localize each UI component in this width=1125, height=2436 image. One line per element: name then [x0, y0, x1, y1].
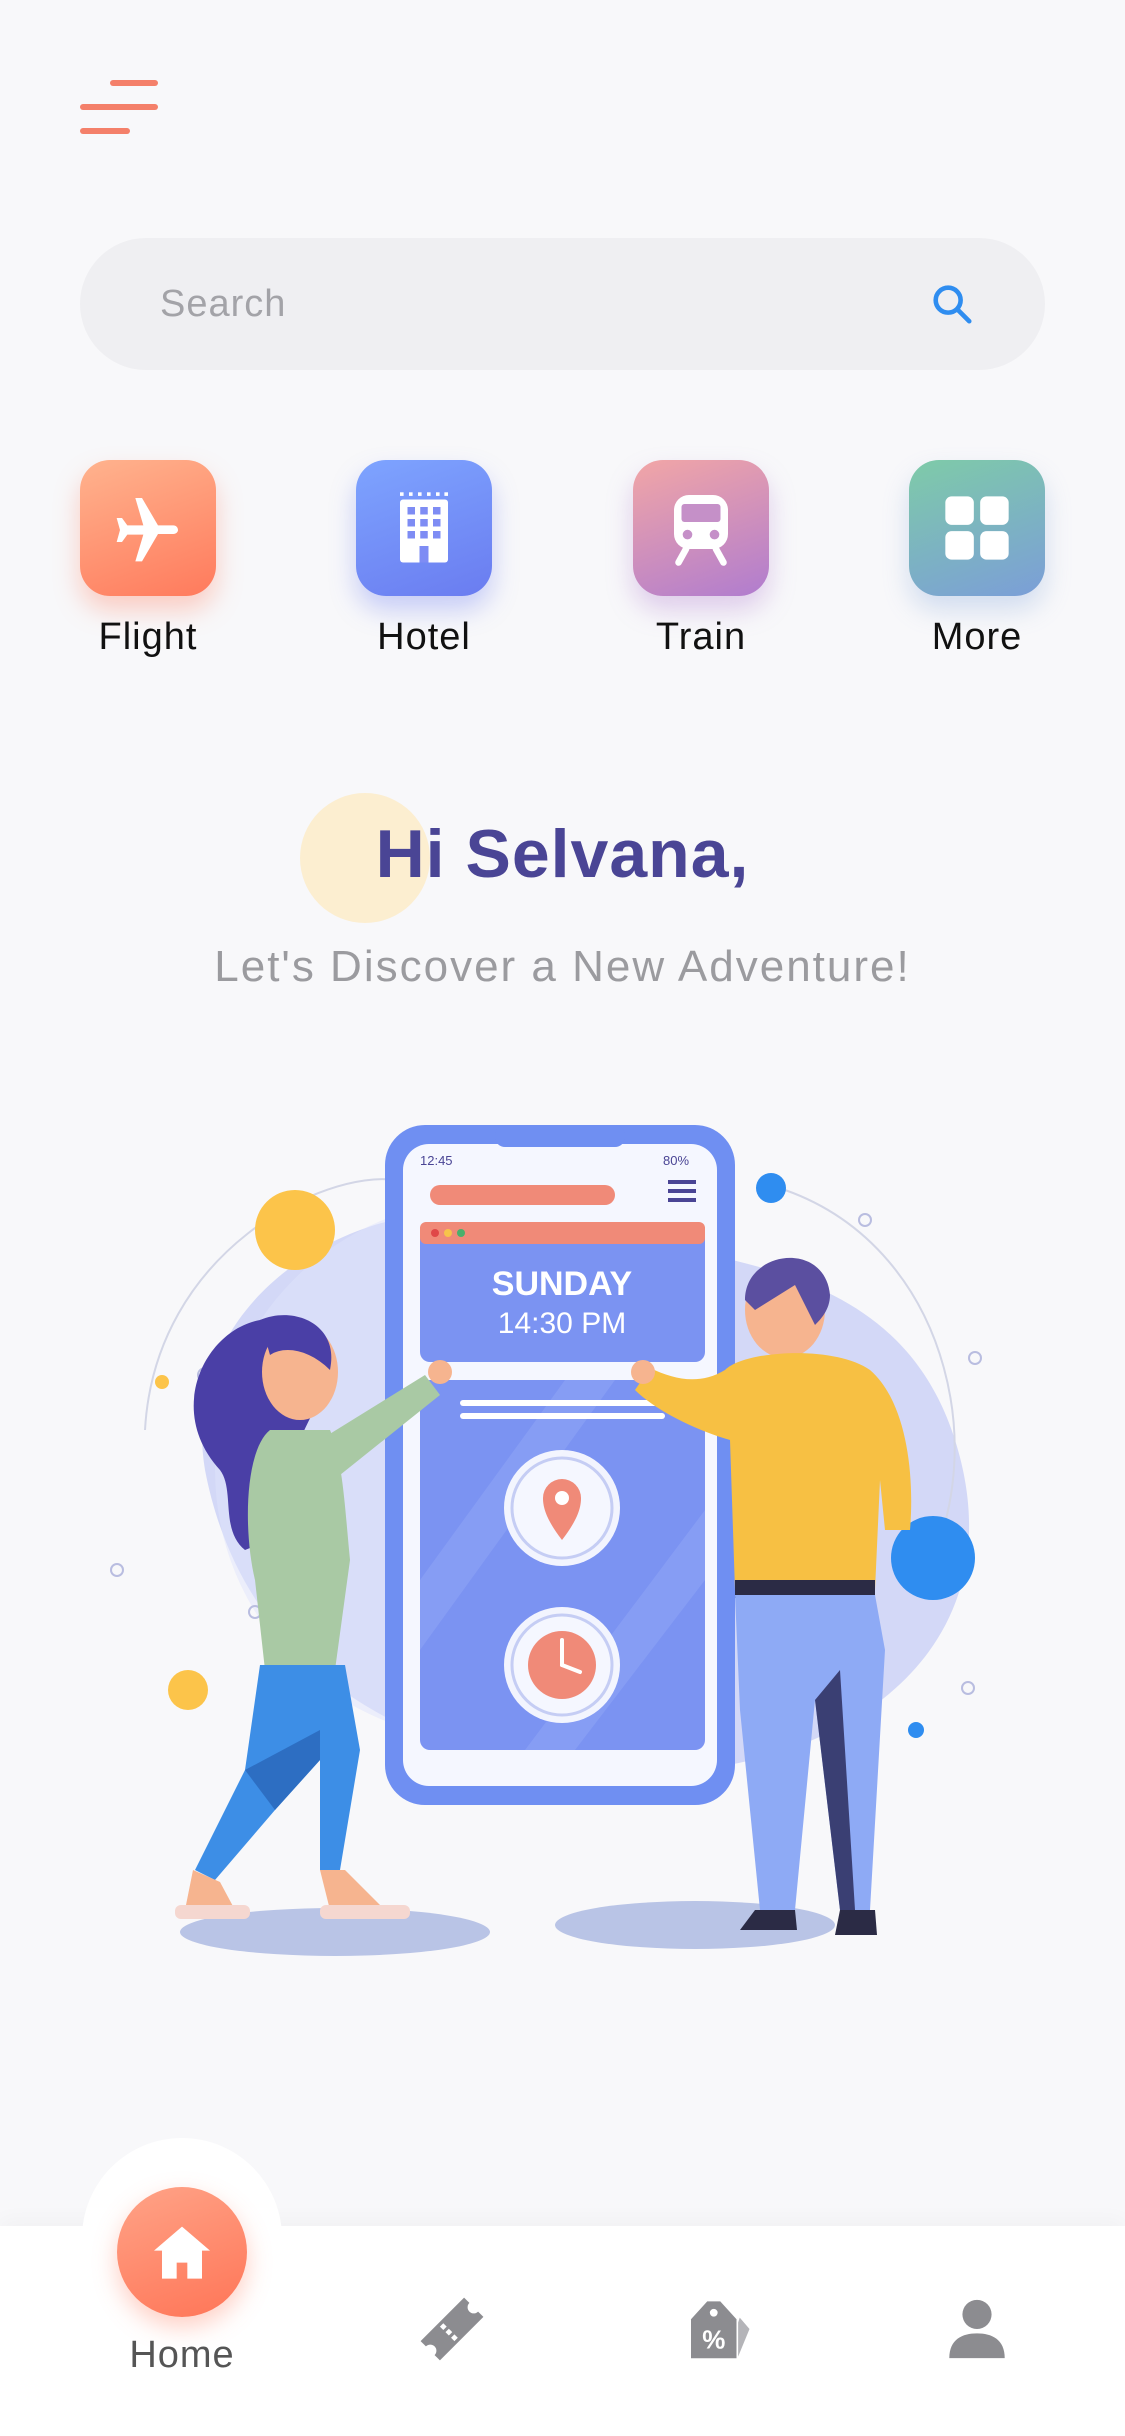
ticket-icon — [420, 2297, 484, 2361]
greeting-subtitle: Let's Discover a New Adventure! — [214, 942, 911, 991]
train-icon — [674, 495, 728, 566]
svg-text:%: % — [702, 2325, 725, 2355]
search-icon[interactable] — [929, 281, 975, 327]
menu-icon-line — [110, 80, 158, 86]
home-tab-label: Home — [129, 2334, 235, 2376]
home-icon — [154, 2226, 210, 2279]
menu-icon-line — [80, 104, 158, 110]
category-label: Flight — [98, 616, 198, 658]
hotel-tile — [356, 460, 492, 596]
building-icon — [400, 492, 448, 563]
profile-tab[interactable] — [932, 2284, 1022, 2374]
search-input[interactable] — [160, 282, 929, 326]
category-more[interactable]: More — [909, 460, 1045, 659]
greeting-title: Hi Selvana, — [375, 816, 750, 892]
train-tile — [633, 460, 769, 596]
profile-icon — [949, 2299, 1005, 2359]
airplane-icon — [116, 498, 178, 562]
more-tile — [909, 460, 1045, 596]
adventure-illustration: 12:45 80% SUNDAY 14:30 PM — [110, 1125, 982, 1956]
category-hotel[interactable]: Hotel — [356, 460, 492, 659]
phone-time: 12:45 — [420, 1153, 453, 1168]
phone-battery: 80% — [663, 1153, 689, 1168]
home-screen: Flight Hotel — [0, 0, 1125, 2436]
menu-button[interactable] — [80, 80, 160, 136]
offers-tab[interactable]: % — [672, 2284, 762, 2374]
category-flight[interactable]: Flight — [80, 460, 216, 659]
discount-tag-icon: % — [691, 2301, 750, 2359]
menu-icon-line — [80, 128, 130, 134]
category-label: More — [931, 616, 1023, 658]
phone-day-label: SUNDAY — [492, 1265, 633, 1303]
phone-time-label: 14:30 PM — [498, 1307, 626, 1340]
category-row: Flight Hotel Train More — [80, 460, 1045, 670]
grid-icon — [945, 496, 1009, 560]
home-tab[interactable] — [117, 2187, 247, 2317]
category-label: Hotel — [377, 616, 471, 658]
category-train[interactable]: Train — [633, 460, 769, 659]
category-label: Train — [655, 616, 747, 658]
flight-tile — [80, 460, 216, 596]
tickets-tab[interactable] — [407, 2284, 497, 2374]
search-bar — [80, 238, 1045, 370]
